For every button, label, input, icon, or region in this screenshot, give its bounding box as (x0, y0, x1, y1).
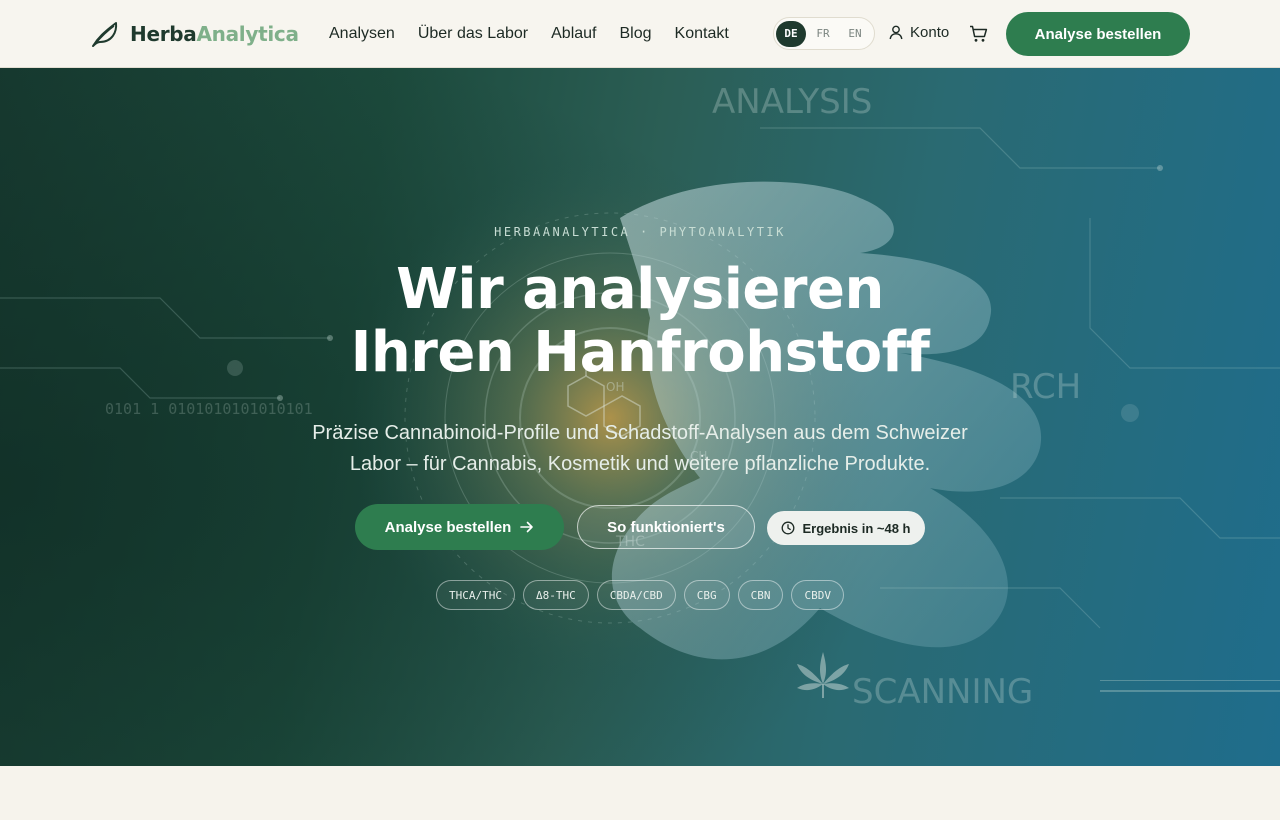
nav-item-ueber-das-labor[interactable]: Über das Labor (418, 25, 528, 43)
language-switcher: DE FR EN (773, 17, 875, 50)
logo[interactable]: HerbaAnalytica (90, 18, 299, 50)
logo-text: HerbaAnalytica (130, 22, 299, 46)
hero-title: Wir analysieren Ihren Hanfrohstoff (0, 258, 1280, 384)
chip-cbda-cbd: CBDA/CBD (596, 580, 676, 610)
hero-section: ANALYSIS RCH SCANNING 0101 1 01010101010… (0, 68, 1280, 766)
arrow-right-icon (520, 521, 534, 533)
language-option-fr[interactable]: FR (808, 21, 838, 47)
nav-item-ablauf[interactable]: Ablauf (551, 25, 596, 43)
chip-cbdv: CBDV (791, 580, 844, 610)
chip-delta8-thc: Δ8-THC (523, 580, 589, 610)
language-option-en[interactable]: EN (840, 21, 870, 47)
hero-subtitle: Präzise Cannabinoid-Profile und Schadsto… (312, 422, 968, 475)
leaf-icon (92, 22, 118, 47)
bg-text-binary: 0101 1 0101010101010101 (105, 400, 313, 418)
nav-item-analysen[interactable]: Analysen (329, 25, 395, 43)
clock-icon (782, 521, 795, 535)
order-analysis-button[interactable]: Analyse bestellen (355, 504, 564, 550)
hero-title-line-1: Wir analysieren (396, 257, 884, 322)
nav-item-kontakt[interactable]: Kontakt (675, 25, 729, 43)
cart-icon (970, 25, 988, 42)
account-link[interactable]: Konto (889, 24, 949, 41)
language-option-de[interactable]: DE (776, 20, 806, 47)
hero-background-illustration: ANALYSIS RCH SCANNING 0101 1 01010101010… (0, 68, 1280, 766)
account-label: Konto (910, 24, 950, 41)
hero-eyebrow: HERBAANALYTICA · PHYTOANALYTIK (494, 225, 786, 239)
main-nav: Analysen Über das Labor Ablauf Blog Kont… (329, 0, 752, 68)
nav-item-blog[interactable]: Blog (620, 25, 652, 43)
logo-text-herba: Herba (130, 22, 197, 46)
bg-text-scanning: SCANNING (852, 672, 1033, 712)
how-it-works-button[interactable]: So funktioniert's (577, 505, 755, 549)
logo-text-analytica: Analytica (196, 22, 299, 46)
turnaround-label: Ergebnis in ~48 h (802, 520, 911, 536)
chip-thca-thc: THCA/THC (436, 580, 515, 610)
hero-title-line-2: Ihren Hanfrohstoff (350, 320, 930, 385)
order-analysis-button-header[interactable]: Analyse bestellen (1006, 12, 1190, 56)
turnaround-badge: Ergebnis in ~48 h (767, 511, 925, 545)
chip-cbn: CBN (737, 580, 784, 610)
cart-button[interactable] (969, 25, 988, 48)
bg-text-analysis: ANALYSIS (712, 82, 872, 122)
cannabinoid-chip-list: THCA/THC Δ8-THC CBDA/CBD CBG CBN CBDV (0, 580, 1280, 610)
site-header: HerbaAnalytica Analysen Über das Labor A… (0, 0, 1280, 68)
user-icon (889, 25, 903, 40)
chip-cbg: CBG (683, 580, 730, 610)
order-analysis-label: Analyse bestellen (384, 518, 512, 536)
